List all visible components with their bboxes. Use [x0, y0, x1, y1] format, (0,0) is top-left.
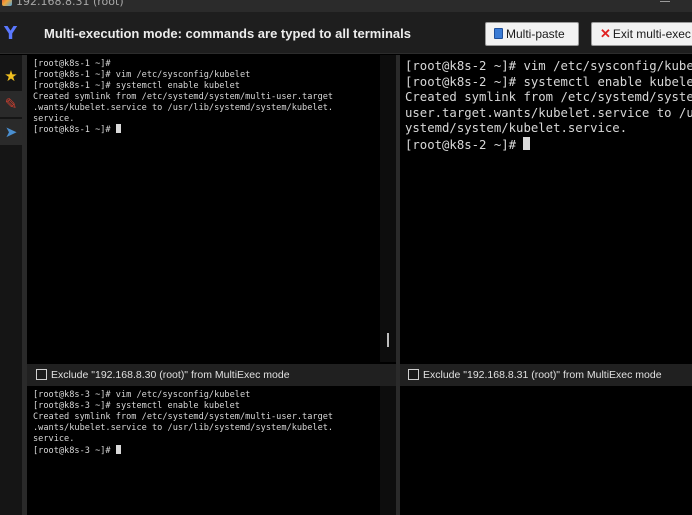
- minimize-icon[interactable]: [660, 1, 670, 2]
- exclude-label: Exclude "192.168.8.30 (root)" from Multi…: [51, 369, 290, 381]
- exclude-checkbox-row-1[interactable]: Exclude "192.168.8.30 (root)" from Multi…: [27, 364, 396, 386]
- star-icon[interactable]: ★: [0, 63, 22, 89]
- terminal-pane-2[interactable]: [root@k8s-2 ~]# vim /etc/sysconfig/kubel…: [400, 55, 692, 362]
- terminal-prompt: [root@k8s-3 ~]#: [33, 445, 116, 456]
- terminal-line: Created symlink from /etc/systemd/system…: [33, 411, 334, 422]
- terminal-line: [root@k8s-3 ~]# systemctl enable kubelet: [33, 400, 240, 411]
- terminal-line: service.: [33, 433, 75, 444]
- send-icon[interactable]: ➤: [0, 119, 22, 145]
- exit-multi-exec-button[interactable]: ✕ Exit multi-exec: [591, 22, 692, 46]
- terminal-line: .wants/kubelet.service to /usr/lib/syste…: [33, 422, 334, 433]
- terminal-cursor: [115, 124, 121, 134]
- terminal-line: [root@k8s-2 ~]# vim /etc/sysconfig/kubel…: [405, 59, 692, 73]
- clipboard-icon: [494, 28, 503, 39]
- terminal-line: .wants/kubelet.service to /usr/lib/syste…: [33, 102, 334, 113]
- terminal-pane-4[interactable]: [400, 386, 692, 515]
- terminal-pane-1[interactable]: [root@k8s-1 ~]# [root@k8s-1 ~]# vim /etc…: [27, 55, 380, 362]
- terminal-prompt: [root@k8s-1 ~]#: [33, 125, 116, 136]
- terminal-line: [root@k8s-1 ~]# systemctl enable kubelet: [33, 80, 240, 91]
- multi-exec-icon: Y: [4, 23, 18, 44]
- terminal-1-scrollbar[interactable]: [380, 55, 396, 362]
- exclude-label: Exclude "192.168.8.31 (root)" from Multi…: [423, 369, 662, 381]
- terminal-prompt-line: [root@k8s-1 ~]#: [33, 124, 380, 136]
- multi-paste-button[interactable]: Multi-paste: [485, 22, 579, 46]
- terminal-prompt-line: [root@k8s-2 ~]#: [405, 136, 692, 154]
- terminal-line: Created symlink from /etc/systemd/system…: [405, 90, 692, 105]
- terminal-3-scrollbar[interactable]: [380, 386, 396, 515]
- app-icon: [2, 0, 12, 6]
- terminal-prompt-line: [root@k8s-3 ~]#: [33, 444, 380, 457]
- exit-multi-exec-label: Exit multi-exec: [612, 27, 691, 41]
- multi-exec-banner: Y Multi-execution mode: commands are typ…: [0, 12, 692, 54]
- scrollbar-thumb[interactable]: [387, 333, 389, 347]
- tools-icon[interactable]: ✎: [0, 91, 22, 117]
- window-title: 192.168.8.31 (root): [16, 0, 124, 8]
- multi-exec-message: Multi-execution mode: commands are typed…: [44, 26, 411, 41]
- exclude-checkbox-row-2[interactable]: Exclude "192.168.8.31 (root)" from Multi…: [400, 364, 692, 386]
- terminal-line: [root@k8s-3 ~]# vim /etc/sysconfig/kubel…: [33, 390, 251, 400]
- terminal-line: [root@k8s-2 ~]# systemctl enable kubelet: [405, 74, 692, 89]
- terminal-line: ystemd/system/kubelet.service.: [405, 121, 628, 136]
- left-sidebar: ★ ✎ ➤: [0, 55, 22, 515]
- exclude-checkbox[interactable]: [408, 369, 419, 380]
- terminal-line: Created symlink from /etc/systemd/system…: [33, 91, 334, 102]
- terminal-pane-3[interactable]: [root@k8s-3 ~]# vim /etc/sysconfig/kubel…: [27, 386, 380, 515]
- terminal-cursor: [523, 136, 531, 150]
- window-titlebar: 192.168.8.31 (root): [0, 0, 692, 12]
- close-icon: ✕: [600, 26, 611, 41]
- terminal-line: service.: [33, 113, 75, 124]
- terminal-prompt: [root@k8s-2 ~]#: [405, 137, 524, 152]
- exclude-checkbox[interactable]: [36, 369, 47, 380]
- terminal-line: [root@k8s-1 ~]# vim /etc/sysconfig/kubel…: [33, 69, 251, 80]
- terminal-line: [root@k8s-1 ~]#: [33, 59, 111, 69]
- multi-paste-label: Multi-paste: [506, 27, 565, 41]
- terminal-line: user.target.wants/kubelet.service to /us…: [405, 105, 692, 120]
- terminal-cursor: [115, 444, 121, 454]
